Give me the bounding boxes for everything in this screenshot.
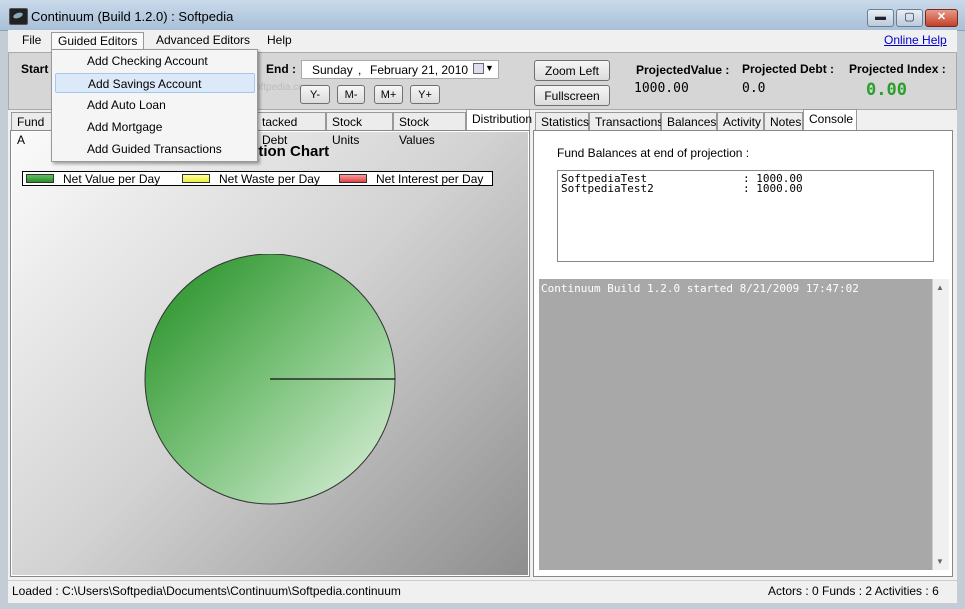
console-scrollbar[interactable]	[932, 279, 949, 570]
status-loaded-path: Loaded : C:\Users\Softpedia\Documents\Co…	[12, 584, 401, 598]
maximize-button[interactable]: ▢	[896, 9, 923, 27]
end-date-month-day[interactable]: February 21, 2010	[370, 63, 468, 77]
projected-debt: 0.0	[742, 81, 766, 96]
projected-value: 1000.00	[634, 81, 689, 96]
tab-activity[interactable]: Activity	[717, 112, 764, 130]
year-minus-button[interactable]: Y-	[300, 85, 330, 104]
menu-help[interactable]: Help	[261, 32, 298, 49]
menu-advanced-editors[interactable]: Advanced Editors	[150, 32, 256, 49]
scroll-up-icon[interactable]: ▲	[936, 283, 944, 292]
close-button[interactable]: ✕	[925, 9, 958, 27]
legend-swatch-waste	[182, 174, 210, 183]
menu-item-add-checking-account[interactable]: Add Checking Account	[55, 51, 255, 71]
month-minus-button[interactable]: M-	[337, 85, 365, 104]
tab-distribution[interactable]: Distribution	[466, 109, 532, 130]
legend-swatch-value	[26, 174, 54, 183]
fund-balances-label: Fund Balances at end of projection :	[557, 146, 750, 160]
tab-transactions[interactable]: Transactions	[589, 112, 663, 130]
status-counts: Actors : 0 Funds : 2 Activities : 6	[768, 584, 939, 598]
projected-index: 0.00	[866, 80, 907, 100]
scroll-down-icon[interactable]: ▼	[936, 557, 944, 566]
menu-item-add-auto-loan[interactable]: Add Auto Loan	[55, 95, 255, 115]
tab-console[interactable]: Console	[803, 109, 857, 130]
projected-value-label: ProjectedValue :	[636, 63, 730, 77]
legend-label-interest: Net Interest per Day	[376, 172, 484, 186]
pie-chart	[144, 254, 396, 505]
zoom-left-button[interactable]: Zoom Left	[534, 60, 610, 81]
tab-notes[interactable]: Notes	[764, 112, 803, 130]
end-date-separator: ,	[358, 63, 362, 77]
projected-index-label: Projected Index :	[849, 62, 946, 76]
end-label: End :	[266, 62, 296, 76]
tab-stacked-debt[interactable]: tacked Debt	[256, 112, 326, 147]
menu-item-add-guided-transactions[interactable]: Add Guided Transactions	[55, 139, 255, 159]
fund-row: SoftpediaTest2 : 1000.00	[561, 182, 803, 195]
menu-file[interactable]: File	[16, 32, 47, 49]
tab-stock-values[interactable]: Stock Values	[393, 112, 466, 147]
month-plus-button[interactable]: M+	[374, 85, 403, 104]
tab-fund[interactable]: Fund A	[11, 112, 56, 147]
legend-label-value: Net Value per Day	[63, 172, 161, 186]
end-date-day[interactable]: Sunday	[312, 63, 353, 77]
legend-swatch-interest	[339, 174, 367, 183]
fund-value: : 1000.00	[743, 182, 803, 195]
tab-balances[interactable]: Balances	[661, 112, 717, 130]
console-output[interactable]	[539, 279, 932, 570]
fullscreen-button[interactable]: Fullscreen	[534, 85, 610, 106]
menu-item-add-savings-account[interactable]: Add Savings Account	[55, 73, 255, 93]
app-icon[interactable]	[9, 8, 28, 25]
tab-stock-units[interactable]: Stock Units	[326, 112, 393, 147]
menu-item-add-mortgage[interactable]: Add Mortgage	[55, 117, 255, 137]
legend-label-waste: Net Waste per Day	[219, 172, 320, 186]
console-text: Continuum Build 1.2.0 started 8/21/2009 …	[541, 282, 859, 295]
start-label: Start	[21, 62, 49, 76]
window-title: Continuum (Build 1.2.0) : Softpedia	[31, 9, 234, 24]
calendar-icon[interactable]	[473, 63, 484, 74]
tab-statistics[interactable]: Statistics	[535, 112, 589, 130]
minimize-button[interactable]: ▬	[867, 9, 894, 27]
dropdown-arrow-icon[interactable]: ▼	[485, 63, 494, 73]
projected-debt-label: Projected Debt :	[742, 62, 835, 76]
year-plus-button[interactable]: Y+	[410, 85, 440, 104]
fund-name: SoftpediaTest2	[561, 182, 654, 195]
online-help-link[interactable]: Online Help	[884, 33, 947, 47]
